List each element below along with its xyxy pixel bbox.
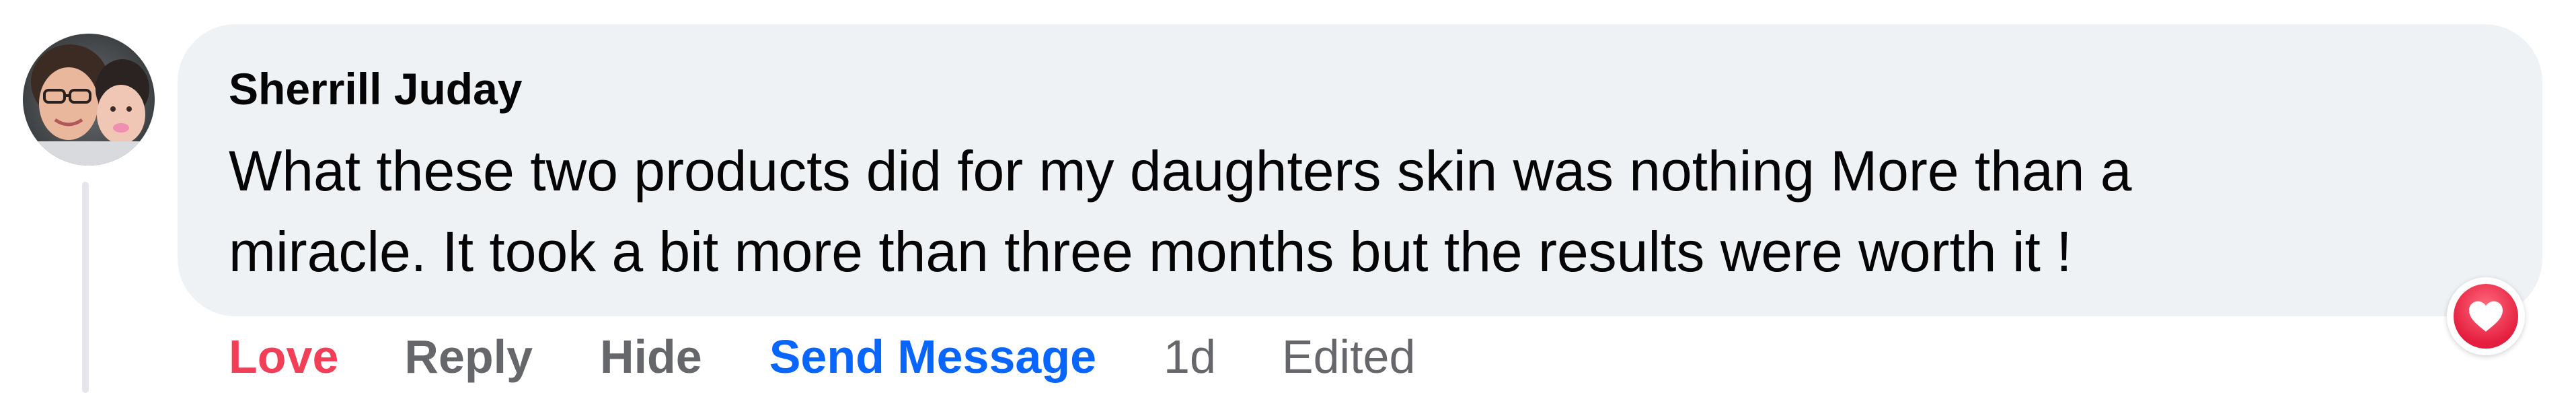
send-message-button[interactable]: Send Message xyxy=(769,330,1096,384)
comment-author-name[interactable]: Sherrill Juday xyxy=(229,63,523,114)
comment-text: What these two products did for my daugh… xyxy=(229,131,2529,292)
reply-button[interactable]: Reply xyxy=(404,330,533,384)
comment-text-line: What these two products did for my daugh… xyxy=(229,139,2132,203)
comment-timestamp[interactable]: 1d xyxy=(1164,330,1216,384)
comment-text-line: miracle. It took a bit more than three m… xyxy=(229,220,2072,283)
heart-reaction-circle xyxy=(2454,284,2518,349)
love-button[interactable]: Love xyxy=(229,330,338,384)
edited-label[interactable]: Edited xyxy=(1282,330,1415,384)
heart-icon xyxy=(2469,301,2503,332)
avatar[interactable] xyxy=(23,34,155,166)
thread-line xyxy=(82,182,89,393)
hide-button[interactable]: Hide xyxy=(600,330,702,384)
reaction-badge[interactable] xyxy=(2447,277,2525,355)
avatar-photo xyxy=(23,34,155,166)
comment-actions: Love Reply Hide Send Message 1d Edited xyxy=(229,327,1415,386)
